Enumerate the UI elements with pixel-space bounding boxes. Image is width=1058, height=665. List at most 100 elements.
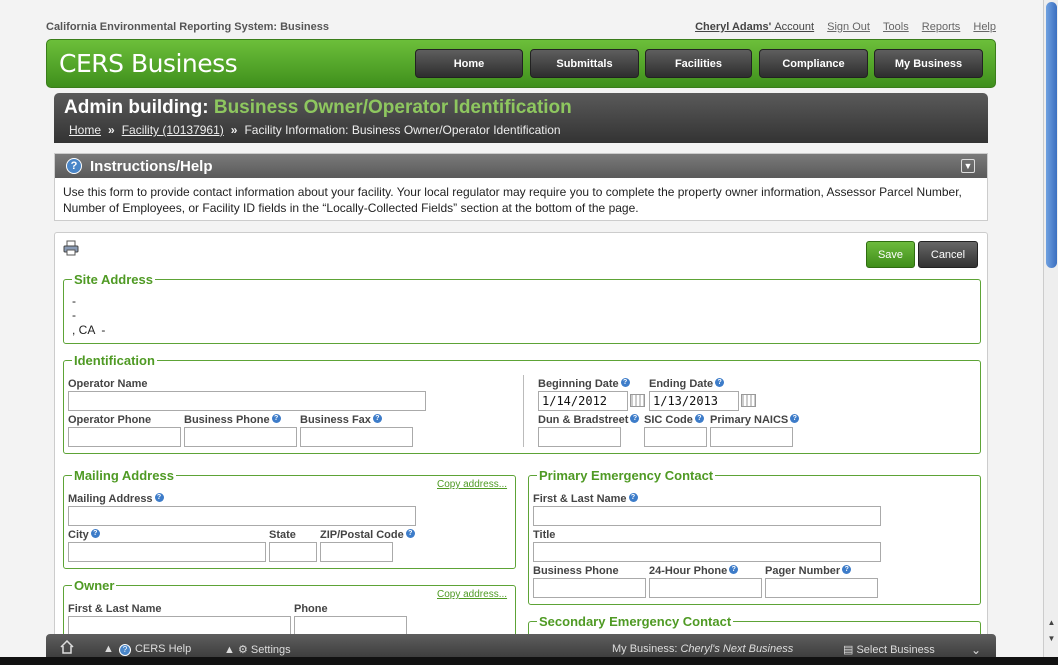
info-icon[interactable]: ? (715, 378, 725, 387)
zip-input[interactable] (320, 542, 393, 562)
instructions-header[interactable]: ? Instructions/Help ▼ (55, 154, 987, 178)
help-link[interactable]: Help (973, 21, 996, 33)
mailing-address-label: Mailing Address? (68, 493, 164, 505)
business-phone-input[interactable] (184, 427, 297, 447)
ending-date-input[interactable]: 1/13/2013 (649, 391, 739, 411)
top-links: Cheryl Adams' Account Sign Out Tools Rep… (695, 21, 996, 33)
caret-up-icon: ▲ (224, 644, 235, 656)
ending-date-label: Ending Date? (649, 378, 725, 390)
primary-pager-input[interactable] (765, 578, 878, 598)
sic-code-input[interactable] (644, 427, 707, 447)
info-icon[interactable]: ? (694, 414, 704, 423)
nav-submittals-button[interactable]: Submittals (530, 49, 639, 78)
dun-bradstreet-input[interactable] (538, 427, 621, 447)
header: CERS Business Home Submittals Facilities… (46, 39, 996, 88)
page-title-bar: Admin building: Business Owner/Operator … (54, 93, 988, 143)
business-phone-label: Business Phone? (184, 414, 281, 426)
brand-logo[interactable]: CERS Business (59, 49, 238, 78)
info-icon[interactable]: ? (630, 414, 640, 423)
primary-24hour-phone-input[interactable] (649, 578, 762, 598)
business-fax-label: Business Fax? (300, 414, 382, 426)
select-business-button[interactable]: ▤ Select Business (843, 643, 935, 656)
breadcrumb-current: Facility Information: Business Owner/Ope… (244, 123, 561, 137)
operator-name-label: Operator Name (68, 378, 148, 390)
primary-contact-legend: Primary Emergency Contact (539, 468, 714, 483)
owner-phone-input[interactable] (294, 616, 407, 636)
settings-menu[interactable]: ▲ ⚙ Settings (224, 643, 291, 656)
secondary-contact-legend: Secondary Emergency Contact (539, 614, 732, 629)
print-icon[interactable] (63, 240, 79, 256)
help-icon: ? (118, 643, 131, 656)
business-fax-input[interactable] (300, 427, 413, 447)
info-icon[interactable]: ? (628, 493, 638, 502)
save-button[interactable]: Save (866, 241, 915, 268)
scroll-up-icon[interactable]: ▲ (1046, 618, 1057, 630)
reports-link[interactable]: Reports (922, 21, 961, 33)
system-name: California Environmental Reporting Syste… (46, 21, 330, 33)
info-icon[interactable]: ? (271, 414, 281, 423)
breadcrumb-facility[interactable]: Facility (10137961) (122, 123, 224, 137)
info-icon[interactable]: ? (620, 378, 630, 387)
primary-name-label: First & Last Name? (533, 493, 638, 505)
copy-address-link[interactable]: Copy address... (437, 479, 507, 490)
window-bottom-edge (0, 657, 1058, 665)
scroll-down-icon[interactable]: ▼ (1046, 634, 1057, 646)
operator-name-input[interactable] (68, 391, 426, 411)
document-icon: ▤ (843, 644, 854, 656)
beginning-date-input[interactable]: 1/14/2012 (538, 391, 628, 411)
gear-icon: ⚙ (237, 644, 248, 656)
nav-my-business-button[interactable]: My Business (874, 49, 983, 78)
breadcrumb-home[interactable]: Home (69, 123, 101, 137)
dun-bradstreet-label: Dun & Bradstreet? (538, 414, 640, 426)
instructions-text: Use this form to provide contact informa… (63, 185, 962, 215)
vertical-scrollbar[interactable]: ▲ ▼ (1043, 0, 1058, 657)
primary-24hour-phone-label: 24-Hour Phone? (649, 565, 739, 577)
info-icon[interactable]: ? (790, 414, 800, 423)
divider (523, 375, 524, 447)
mailing-address-input[interactable] (68, 506, 416, 526)
primary-title-input[interactable] (533, 542, 881, 562)
info-icon[interactable]: ? (90, 529, 100, 538)
site-address-line2: - (72, 308, 76, 322)
owner-name-input[interactable] (68, 616, 291, 636)
info-icon[interactable]: ? (405, 529, 415, 538)
my-business-indicator: My Business: Cheryl's Next Business (612, 643, 794, 655)
breadcrumb: Home» Facility (10137961)» Facility Inform… (69, 123, 561, 137)
sign-out-link[interactable]: Sign Out (827, 21, 870, 33)
caret-up-icon: ▲ (103, 643, 114, 655)
user-account-link[interactable]: Cheryl Adams' Account (695, 21, 814, 33)
site-address-line3: , CA - (72, 323, 106, 337)
info-icon[interactable]: ? (842, 565, 852, 574)
scrollbar-thumb[interactable] (1046, 2, 1057, 268)
owner-name-label: First & Last Name (68, 603, 162, 615)
primary-name-input[interactable] (533, 506, 881, 526)
city-label: City? (68, 529, 100, 541)
state-label: State (269, 529, 296, 541)
nav-compliance-button[interactable]: Compliance (759, 49, 868, 78)
collapse-icon[interactable]: ▼ (961, 159, 975, 173)
copy-address-link[interactable]: Copy address... (437, 589, 507, 600)
home-icon[interactable] (60, 639, 74, 654)
calendar-icon[interactable] (741, 394, 756, 407)
collapse-toolbar-icon[interactable]: ⌄ (971, 643, 981, 657)
primary-naics-input[interactable] (710, 427, 793, 447)
state-input[interactable] (269, 542, 317, 562)
primary-business-phone-input[interactable] (533, 578, 646, 598)
city-input[interactable] (68, 542, 266, 562)
info-icon[interactable]: ? (729, 565, 739, 574)
tools-link[interactable]: Tools (883, 21, 909, 33)
sic-code-label: SIC Code? (644, 414, 704, 426)
operator-phone-input[interactable] (68, 427, 181, 447)
cers-help-menu[interactable]: ▲ ? CERS Help (103, 643, 191, 656)
owner-legend: Owner (74, 578, 115, 593)
nav-facilities-button[interactable]: Facilities (645, 49, 752, 78)
info-icon[interactable]: ? (154, 493, 164, 502)
zip-label: ZIP/Postal Code? (320, 529, 415, 541)
site-address-line1: - (72, 294, 76, 308)
calendar-icon[interactable] (630, 394, 645, 407)
nav-home-button[interactable]: Home (415, 49, 523, 78)
cancel-button[interactable]: Cancel (918, 241, 978, 268)
identification-legend: Identification (74, 353, 155, 368)
primary-title-label: Title (533, 529, 556, 541)
info-icon[interactable]: ? (372, 414, 382, 423)
